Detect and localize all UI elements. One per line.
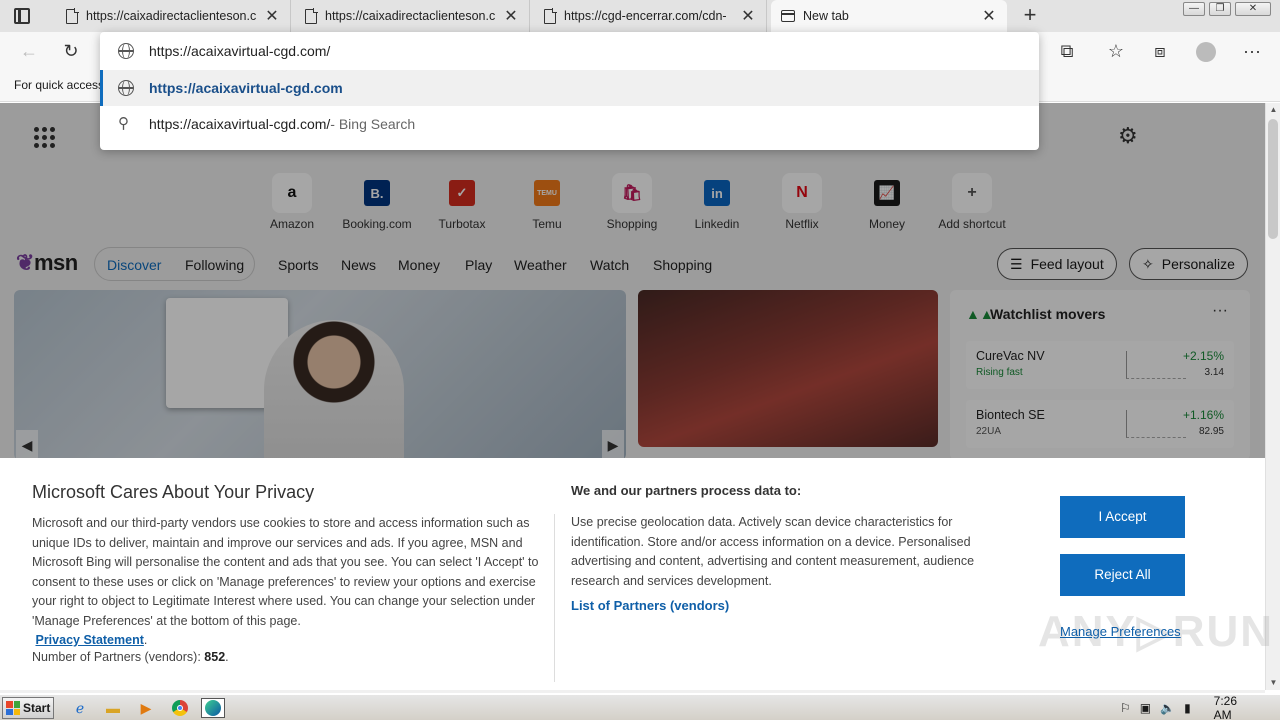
modal-overlay [0, 103, 1265, 458]
suggestion-url-text: https://acaixavirtual-cgd.com [149, 80, 343, 96]
flag-icon[interactable]: ⚐ [1120, 701, 1131, 715]
tab-close-icon[interactable]: ✕ [264, 6, 280, 26]
tab-title: https://cgd-encerrar.com/cdn- [564, 9, 727, 23]
favorites-hint: For quick access [14, 78, 105, 92]
collections-icon[interactable]: ⧈ [1147, 38, 1173, 64]
search-suffix: - Bing Search [330, 116, 416, 132]
tab-title: New tab [803, 9, 849, 23]
divider [554, 514, 555, 682]
maximize-button[interactable]: ❐ [1209, 2, 1231, 16]
accept-button[interactable]: I Accept [1060, 496, 1185, 538]
more-menu-icon[interactable]: ··· [1239, 38, 1265, 64]
minimize-button[interactable]: — [1183, 2, 1205, 16]
tab-close-icon[interactable]: ✕ [503, 6, 519, 26]
favorites-icon[interactable]: ☆ [1103, 38, 1129, 64]
clock[interactable]: 7:26 AM [1214, 694, 1254, 720]
partners-list-link[interactable]: List of Partners (vendors) [571, 598, 729, 613]
tab-title: https://caixadirectaclienteson.c [86, 9, 256, 23]
address-input-value[interactable]: https://acaixavirtual-cgd.com/ [149, 43, 330, 59]
back-button[interactable]: ← [16, 38, 42, 64]
tab-2[interactable]: https://caixadirectaclienteson.c ✕ [295, 0, 530, 32]
power-icon[interactable]: ▮ [1184, 701, 1191, 715]
ie-icon[interactable]: ℯ [68, 698, 92, 718]
network-icon[interactable]: ▣ [1140, 701, 1151, 715]
profile-avatar[interactable] [1193, 38, 1219, 64]
tab-title: https://caixadirectaclienteson.c [325, 9, 495, 23]
edge-icon[interactable] [201, 698, 225, 718]
folder-icon[interactable]: ▬ [101, 698, 125, 718]
suggestion-search[interactable]: ⚲ https://acaixavirtual-cgd.com/ - Bing … [100, 106, 1039, 142]
privacy-banner: Microsoft Cares About Your Privacy Micro… [0, 458, 1272, 690]
tab-3[interactable]: https://cgd-encerrar.com/cdn- ✕ [534, 0, 767, 32]
privacy-statement-link[interactable]: Privacy Statement [35, 633, 143, 647]
start-button[interactable]: Start [2, 697, 54, 719]
manage-preferences-link[interactable]: Manage Preferences [1060, 624, 1181, 639]
purposes-title: We and our partners process data to: [571, 483, 802, 498]
suggestion-url[interactable]: https://acaixavirtual-cgd.com [100, 70, 1039, 106]
tab-close-icon[interactable]: ✕ [740, 6, 756, 26]
partners-count: Number of Partners (vendors): 852. [32, 650, 229, 664]
media-player-icon[interactable]: ▶ [134, 698, 158, 718]
new-tab-button[interactable]: + [1018, 4, 1042, 28]
tab-close-icon[interactable]: ✕ [981, 6, 997, 26]
tab-actions-icon[interactable] [14, 8, 30, 24]
search-icon: ⚲ [118, 115, 129, 132]
scroll-thumb[interactable] [1268, 119, 1278, 239]
scroll-down-icon[interactable]: ▼ [1266, 676, 1280, 690]
vertical-scrollbar[interactable]: ▲ ▼ [1265, 103, 1280, 690]
globe-icon [118, 43, 134, 59]
new-tab-icon [781, 10, 795, 22]
document-icon [544, 8, 557, 24]
privacy-body-text: Microsoft and our third-party vendors us… [32, 516, 539, 628]
scroll-up-icon[interactable]: ▲ [1266, 103, 1280, 117]
close-window-button[interactable]: ✕ [1235, 2, 1271, 16]
system-tray: ⚐ ▣ 🔈 ▮ 7:26 AM [1120, 694, 1278, 720]
tab-strip: https://caixadirectaclienteson.c ✕ https… [0, 0, 1280, 32]
partners-count-value: 852 [204, 650, 226, 664]
address-input[interactable]: https://acaixavirtual-cgd.com/ [100, 33, 1039, 69]
reject-all-button[interactable]: Reject All [1060, 554, 1185, 596]
search-query: https://acaixavirtual-cgd.com/ [149, 116, 331, 132]
tab-new-tab[interactable]: New tab ✕ [771, 0, 1007, 32]
partners-count-label: Number of Partners (vendors): [32, 650, 205, 664]
privacy-title: Microsoft Cares About Your Privacy [32, 482, 315, 502]
document-icon [66, 8, 79, 24]
taskbar: Start ℯ ▬ ▶ ⚐ ▣ 🔈 ▮ 7:26 AM [0, 694, 1280, 720]
privacy-body: Microsoft and our third-party vendors us… [32, 516, 539, 647]
start-label: Start [23, 701, 51, 715]
refresh-button[interactable]: ↻ [58, 38, 84, 64]
purposes-text: Use precise geolocation data. Actively s… [571, 515, 975, 588]
volume-icon[interactable]: 🔈 [1160, 701, 1175, 715]
tab-1[interactable]: https://caixadirectaclienteson.c ✕ [56, 0, 291, 32]
document-icon [305, 8, 318, 24]
extensions-icon[interactable]: ⧉ [1054, 38, 1080, 64]
globe-icon [118, 80, 134, 96]
address-bar-dropdown: https://acaixavirtual-cgd.com/ https://a… [100, 32, 1039, 150]
windows-logo-icon [6, 701, 20, 715]
chrome-icon[interactable] [168, 698, 192, 718]
